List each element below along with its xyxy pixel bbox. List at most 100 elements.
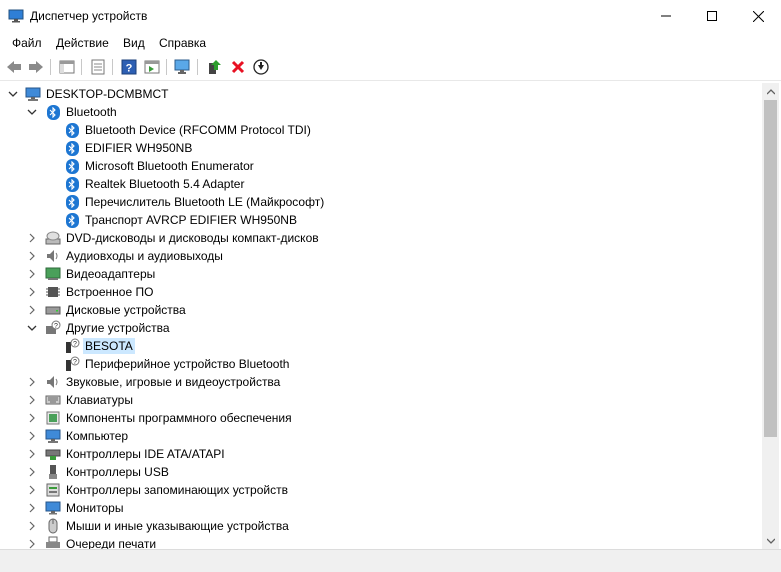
chevron-right-icon[interactable]	[26, 466, 38, 478]
tree-label-sound: Звуковые, игровые и видеоустройства	[66, 375, 281, 389]
speaker-icon	[45, 248, 61, 264]
tree-node-disks[interactable]: Дисковые устройства	[26, 301, 188, 319]
forward-button[interactable]	[27, 58, 45, 76]
disable-arrow-icon	[253, 59, 269, 75]
menu-help[interactable]: Справка	[159, 36, 206, 50]
toolbar-separator	[166, 59, 167, 75]
tree-node-firmware[interactable]: Встроенное ПО	[26, 283, 155, 301]
chevron-down-icon[interactable]	[26, 106, 38, 118]
tree-node-usb[interactable]: Контроллеры USB	[26, 463, 171, 481]
tree-node-bt-device[interactable]: EDIFIER WH950NB	[64, 139, 194, 157]
update-driver-button[interactable]	[205, 58, 223, 76]
update-driver-icon	[209, 60, 221, 74]
chevron-right-icon[interactable]	[26, 412, 38, 424]
tree-node-keyboards[interactable]: Клавиатуры	[26, 391, 135, 409]
tree-node-bluetooth[interactable]: Bluetooth	[26, 103, 119, 121]
scan-hardware-button[interactable]	[174, 58, 192, 76]
toolbar-separator	[50, 59, 51, 75]
tree-node-monitors[interactable]: Мониторы	[26, 499, 125, 517]
minimize-button[interactable]	[643, 0, 689, 32]
chevron-right-icon[interactable]	[26, 250, 38, 262]
scroll-down-button[interactable]	[762, 532, 779, 549]
bluetooth-icon	[64, 194, 80, 210]
scrollbar-thumb[interactable]	[764, 100, 777, 437]
chevron-down-icon[interactable]	[26, 322, 38, 334]
tree-label-root: DESKTOP-DCMBMCT	[46, 87, 169, 101]
show-hide-console-tree-button[interactable]	[58, 58, 76, 76]
tree-node-print-queues[interactable]: Очереди печати	[26, 535, 158, 549]
chevron-right-icon[interactable]	[26, 502, 38, 514]
menu-view[interactable]: Вид	[123, 36, 145, 50]
tree-label-dvd: DVD-дисководы и дисководы компакт-дисков	[66, 231, 319, 245]
menu-file[interactable]: Файл	[12, 36, 42, 50]
svg-text:?: ?	[126, 63, 133, 75]
keyboard-icon	[45, 392, 61, 408]
tree-label-device: Realtek Bluetooth 5.4 Adapter	[85, 177, 245, 191]
help-button[interactable]: ?	[120, 58, 138, 76]
tree-node-root[interactable]: DESKTOP-DCMBMCT	[7, 85, 170, 103]
menu-action[interactable]: Действие	[56, 36, 109, 50]
properties-button[interactable]	[89, 58, 107, 76]
usb-icon	[45, 464, 61, 480]
tree-node-storage[interactable]: Контроллеры запоминающих устройств	[26, 481, 290, 499]
maximize-button[interactable]	[689, 0, 735, 32]
tree-label-bluetooth: Bluetooth	[66, 105, 117, 119]
tree-label-device: Bluetooth Device (RFCOMM Protocol TDI)	[85, 123, 311, 137]
back-arrow-icon	[7, 61, 21, 73]
bluetooth-icon	[64, 122, 80, 138]
tree-node-dvd[interactable]: DVD-дисководы и дисководы компакт-дисков	[26, 229, 321, 247]
chevron-right-icon[interactable]	[26, 448, 38, 460]
tree-node-bt-device[interactable]: Microsoft Bluetooth Enumerator	[64, 157, 256, 175]
chevron-down-icon[interactable]	[7, 88, 19, 100]
svg-text:?: ?	[73, 359, 77, 366]
tree-node-bt-peripheral[interactable]: ? Периферийное устройство Bluetooth	[64, 355, 291, 373]
scroll-up-button[interactable]	[762, 83, 779, 100]
chevron-right-icon[interactable]	[26, 268, 38, 280]
computer-icon	[45, 428, 61, 444]
tree-label-usb: Контроллеры USB	[66, 465, 169, 479]
bluetooth-icon	[64, 212, 80, 228]
close-button[interactable]	[735, 0, 781, 32]
chevron-right-icon[interactable]	[26, 232, 38, 244]
disable-device-button[interactable]	[252, 58, 270, 76]
bluetooth-icon	[64, 158, 80, 174]
tree-node-video[interactable]: Видеоадаптеры	[26, 265, 157, 283]
chevron-up-icon	[766, 88, 775, 94]
tree-node-audio-io[interactable]: Аудиовходы и аудиовыходы	[26, 247, 225, 265]
chevron-right-icon[interactable]	[26, 520, 38, 532]
tree-label-device: Перечислитель Bluetooth LE (Майкрософт)	[85, 195, 325, 209]
action-pane-button[interactable]	[143, 58, 161, 76]
unknown-device-icon: ?	[45, 320, 61, 336]
back-button[interactable]	[5, 58, 23, 76]
uninstall-device-button[interactable]	[229, 58, 247, 76]
tree-node-other[interactable]: ? Другие устройства	[26, 319, 172, 337]
tree-label-device: Microsoft Bluetooth Enumerator	[85, 159, 254, 173]
tree-node-bt-device[interactable]: Транспорт AVRCP EDIFIER WH950NB	[64, 211, 299, 229]
bluetooth-icon	[64, 176, 80, 192]
display-adapter-icon	[45, 266, 61, 282]
tree-node-computer[interactable]: Компьютер	[26, 427, 130, 445]
tree-node-software[interactable]: Компоненты программного обеспечения	[26, 409, 294, 427]
ide-controller-icon	[45, 446, 61, 462]
console-tree-icon	[59, 60, 75, 74]
tree-label-audio-io: Аудиовходы и аудиовыходы	[66, 249, 223, 263]
chevron-right-icon[interactable]	[26, 538, 38, 549]
tree-label-software: Компоненты программного обеспечения	[66, 411, 292, 425]
computer-icon	[25, 86, 41, 102]
chevron-right-icon[interactable]	[26, 376, 38, 388]
tree-node-sound[interactable]: Звуковые, игровые и видеоустройства	[26, 373, 282, 391]
chevron-right-icon[interactable]	[26, 430, 38, 442]
tree-node-bt-device[interactable]: Bluetooth Device (RFCOMM Protocol TDI)	[64, 121, 313, 139]
tree-node-bt-device[interactable]: Realtek Bluetooth 5.4 Adapter	[64, 175, 246, 193]
tree-node-ide[interactable]: Контроллеры IDE ATA/ATAPI	[26, 445, 227, 463]
speaker-icon	[45, 374, 61, 390]
tree-label-device: Транспорт AVRCP EDIFIER WH950NB	[85, 213, 297, 227]
tree-node-besota[interactable]: ? BESOTA	[64, 337, 135, 355]
tree-node-bt-device[interactable]: Перечислитель Bluetooth LE (Майкрософт)	[64, 193, 326, 211]
chevron-right-icon[interactable]	[26, 304, 38, 316]
chevron-right-icon[interactable]	[26, 484, 38, 496]
tree-node-mice[interactable]: Мыши и иные указывающие устройства	[26, 517, 291, 535]
chevron-right-icon[interactable]	[26, 394, 38, 406]
vertical-scrollbar[interactable]	[762, 83, 779, 549]
chevron-right-icon[interactable]	[26, 286, 38, 298]
